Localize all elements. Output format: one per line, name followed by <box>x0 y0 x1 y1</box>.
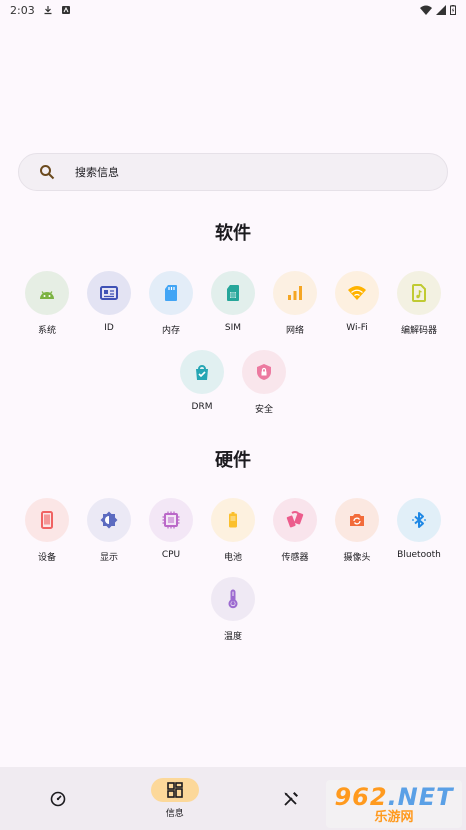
download-icon <box>44 6 52 15</box>
info-item-label: 系统 <box>37 326 56 336</box>
camera-rotate-icon-button[interactable] <box>335 498 379 542</box>
info-item-screen-rotation[interactable]: 传感器 <box>273 498 317 563</box>
search-icon <box>40 165 55 180</box>
cpu-chip-icon <box>162 511 180 529</box>
info-item-label: CPU <box>161 550 181 560</box>
shield-lock-icon-button[interactable] <box>242 350 286 394</box>
battery-icon <box>229 512 237 528</box>
phone-icon-button[interactable] <box>25 498 69 542</box>
info-item-label: 温度 <box>223 632 242 642</box>
info-item-sd-card[interactable]: 内存 <box>149 271 193 336</box>
id-card-icon-button[interactable] <box>87 271 131 315</box>
info-item-label: DRM <box>191 402 213 412</box>
cell-signal-icon <box>436 5 446 15</box>
nav-tab-dashboard-grid[interactable]: 信息 <box>117 767 234 830</box>
info-item-label: SIM <box>224 323 242 333</box>
nav-icon-container <box>267 787 315 811</box>
bluetooth-icon <box>412 512 426 528</box>
sd-card-icon-button[interactable] <box>149 271 193 315</box>
shield-lock-icon <box>257 364 271 380</box>
nav-tab-speedometer[interactable] <box>0 767 117 830</box>
info-item-battery[interactable]: 电池 <box>211 498 255 563</box>
app-notification-icon <box>61 6 70 14</box>
wifi-status-icon <box>420 5 432 15</box>
speedometer-icon <box>50 791 66 806</box>
info-item-bluetooth[interactable]: Bluetooth <box>397 498 441 563</box>
phone-icon <box>41 511 53 529</box>
info-item-cpu-chip[interactable]: CPU <box>149 498 193 563</box>
nav-tab-label: 信息 <box>165 809 184 819</box>
brightness-icon-button[interactable] <box>87 498 131 542</box>
bluetooth-icon-button[interactable] <box>397 498 441 542</box>
android-icon-button[interactable] <box>25 271 69 315</box>
info-item-audio-file[interactable]: 编解码器 <box>397 271 441 336</box>
audio-file-icon-button[interactable] <box>397 271 441 315</box>
software-grid: 系统 ID 内存 SIM 网络 Wi-Fi 编解码器 DRM 安全 <box>0 271 466 429</box>
info-item-shield-lock[interactable]: 安全 <box>242 350 286 415</box>
info-item-label: 内存 <box>161 326 180 336</box>
signal-icon-button[interactable] <box>273 271 317 315</box>
info-item-label: 电池 <box>223 553 242 563</box>
dashboard-grid-icon <box>166 782 183 798</box>
info-item-id-card[interactable]: ID <box>87 271 131 336</box>
sd-card-icon <box>165 285 177 301</box>
info-item-label: 编解码器 <box>400 326 437 336</box>
hardware-grid: 设备 显示 CPU 电池 传感器 摄像头 Bluetooth 温度 <box>0 498 466 656</box>
sim-card-icon <box>227 285 239 301</box>
wifi-icon-button[interactable] <box>335 271 379 315</box>
hardware-section-title: 硬件 <box>215 450 251 471</box>
thermometer-icon-button[interactable] <box>211 577 255 621</box>
android-icon <box>40 291 54 299</box>
id-card-icon <box>100 286 118 300</box>
tools-icon <box>284 791 299 806</box>
shopping-bag-check-icon-button[interactable] <box>180 350 224 394</box>
info-item-label: 传感器 <box>281 553 309 563</box>
screen-rotation-icon-button[interactable] <box>273 498 317 542</box>
search-placeholder: 搜索信息 <box>75 166 119 179</box>
info-item-label: 网络 <box>285 326 304 336</box>
wifi-icon <box>348 286 366 300</box>
nav-active-indicator <box>150 778 199 802</box>
nav-icon-container <box>34 787 82 811</box>
camera-rotate-icon <box>350 514 364 526</box>
cpu-chip-icon-button[interactable] <box>149 498 193 542</box>
info-item-android[interactable]: 系统 <box>25 271 69 336</box>
info-item-thermometer[interactable]: 温度 <box>211 577 255 642</box>
battery-icon-button[interactable] <box>211 498 255 542</box>
status-time: 2:03 <box>10 3 35 17</box>
battery-status-icon <box>450 5 456 15</box>
info-item-label: 显示 <box>99 553 118 563</box>
search-bar[interactable]: 搜索信息 <box>18 153 448 191</box>
info-item-phone[interactable]: 设备 <box>25 498 69 563</box>
info-item-label: 摄像头 <box>343 553 371 563</box>
info-item-shopping-bag-check[interactable]: DRM <box>180 350 224 415</box>
info-item-label: Bluetooth <box>397 550 441 560</box>
info-item-camera-rotate[interactable]: 摄像头 <box>335 498 379 563</box>
info-item-label: Wi-Fi <box>346 323 368 333</box>
info-item-signal[interactable]: 网络 <box>273 271 317 336</box>
software-section-title: 软件 <box>215 223 251 244</box>
info-item-label: 设备 <box>37 553 56 563</box>
info-item-sim-card[interactable]: SIM <box>211 271 255 336</box>
screen-rotation-icon <box>286 511 304 528</box>
brightness-icon <box>100 511 118 529</box>
thermometer-icon <box>228 589 238 609</box>
info-item-label: ID <box>104 323 114 333</box>
info-item-wifi[interactable]: Wi-Fi <box>335 271 379 336</box>
info-item-brightness[interactable]: 显示 <box>87 498 131 563</box>
watermark-logo: 962.NET 乐游网 <box>326 780 462 828</box>
audio-file-icon <box>412 284 426 302</box>
info-item-label: 安全 <box>254 405 273 415</box>
status-bar: 2:03 <box>0 0 466 20</box>
signal-icon <box>288 286 302 300</box>
shopping-bag-check-icon <box>196 365 208 380</box>
sim-card-icon-button[interactable] <box>211 271 255 315</box>
